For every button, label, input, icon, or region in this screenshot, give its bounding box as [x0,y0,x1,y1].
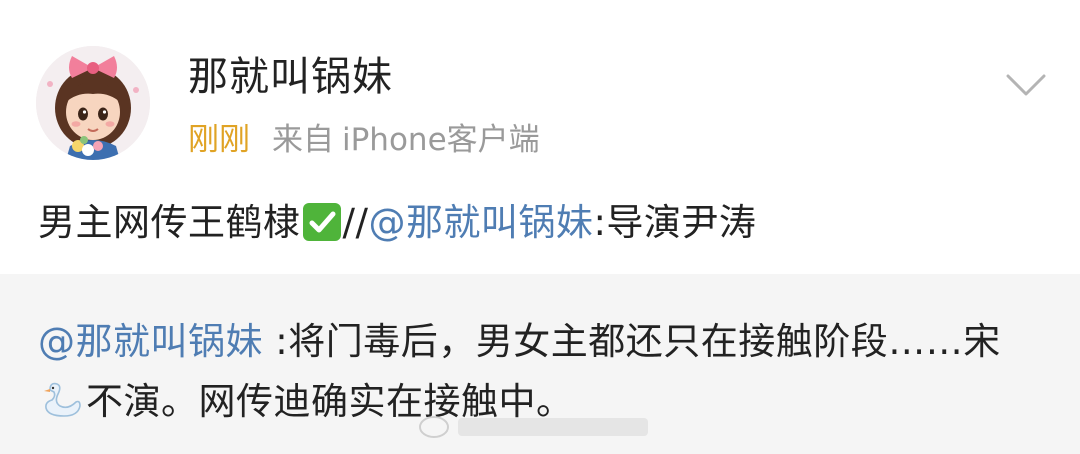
content-text-before: 男主网传王鹤棣 [38,201,301,244]
repost-text-part1: :将门毒后，男女主都还只在接触阶段……宋 [263,320,1001,363]
source-prefix: 来自 [272,122,334,158]
chevron-down-icon[interactable] [1004,70,1048,100]
content-separator: // [342,201,369,244]
swan-icon [40,378,84,418]
post-meta: 刚刚 来自 iPhone客户端 [188,118,540,162]
content-text-after: :导演尹涛 [593,201,757,244]
weibo-post: 那就叫锅妹 刚刚 来自 iPhone客户端 男主网传王鹤棣//@那就叫锅妹:导演尹涛… [0,0,1080,454]
avatar[interactable] [36,46,150,160]
watermark [418,410,658,444]
source-client: iPhone客户端 [342,122,540,158]
post-time[interactable]: 刚刚 [188,122,250,158]
post-content: 男主网传王鹤棣 //@那就叫锅妹:导演尹涛 [38,196,756,250]
username[interactable]: 那就叫锅妹 [188,50,393,104]
content-mention[interactable]: @那就叫锅妹 [368,201,593,244]
check-mark-button-icon [302,203,341,241]
cartoon-girl-avatar-icon [36,46,150,160]
repost-mention[interactable]: @那就叫锅妹 [38,320,263,363]
